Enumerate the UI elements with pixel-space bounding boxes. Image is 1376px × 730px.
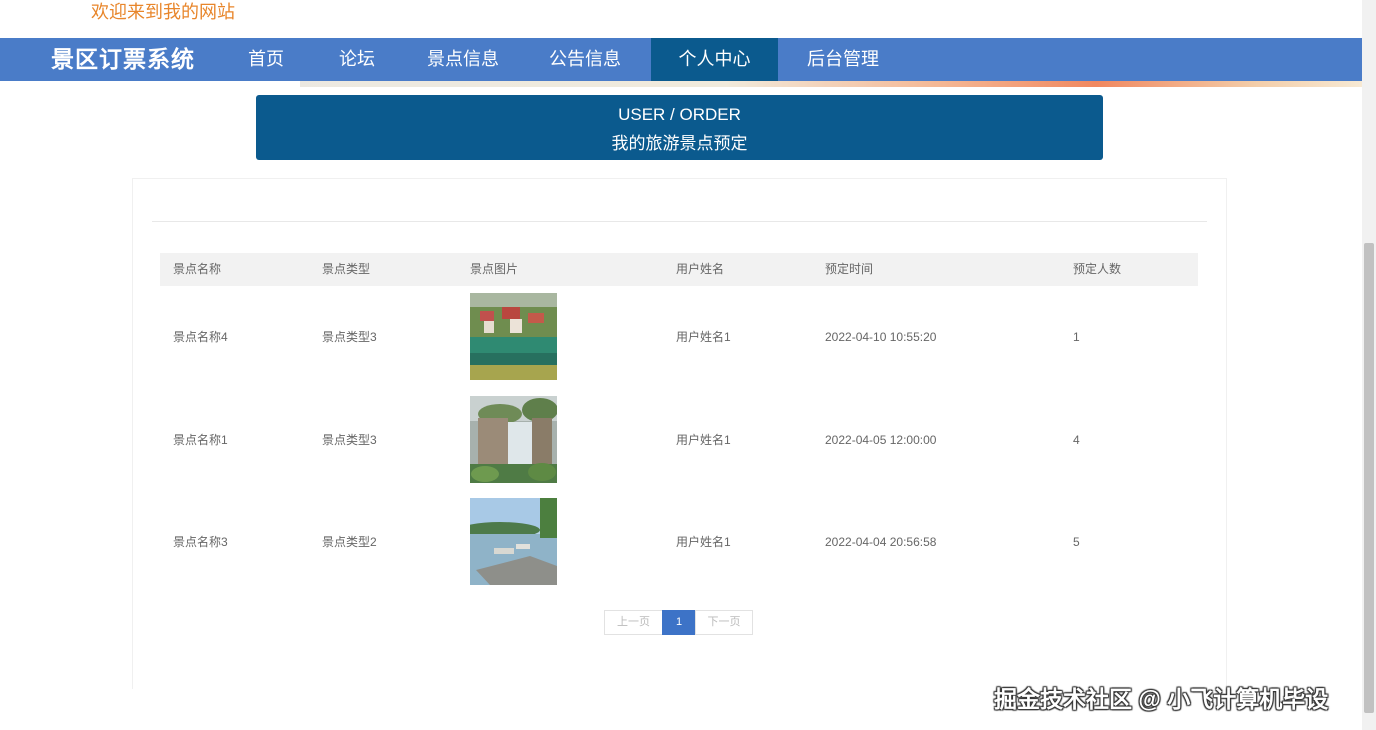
table-header: 景点名称 景点类型 景点图片 用户姓名 预定时间 预定人数 — [160, 253, 1198, 286]
cell-user-name: 用户姓名1 — [676, 535, 731, 549]
nav-item-announcements[interactable]: 公告信息 — [535, 38, 635, 81]
cell-booking-time: 2022-04-10 10:55:20 — [825, 330, 937, 344]
next-page-button[interactable]: 下一页 — [695, 610, 753, 635]
table-row: 景点名称1 景点类型3 用户姓名1 2022-04-05 12:00:00 4 — [160, 396, 1198, 498]
cell-user-name: 用户姓名1 — [676, 433, 731, 447]
header-booking-count: 预定人数 — [1073, 262, 1122, 276]
waterfall-photo[interactable] — [470, 396, 557, 483]
cell-booking-count: 1 — [1073, 330, 1080, 344]
header-user-name: 用户姓名 — [676, 262, 725, 276]
header-attraction-type: 景点类型 — [322, 262, 371, 276]
table-row: 景点名称3 景点类型2 用户姓名1 2022-04-04 20:56:58 5 — [160, 498, 1198, 600]
prev-page-button[interactable]: 上一页 — [604, 610, 663, 635]
nav-item-home[interactable]: 首页 — [231, 38, 301, 81]
nav-item-forum[interactable]: 论坛 — [321, 38, 393, 81]
site-brand[interactable]: 景区订票系统 — [51, 38, 195, 81]
river-village-photo[interactable] — [470, 293, 557, 380]
cell-attraction-name: 景点名称4 — [173, 330, 228, 344]
page-number-button[interactable]: 1 — [662, 610, 696, 635]
lake-pier-photo[interactable] — [470, 498, 557, 585]
cell-attraction-type: 景点类型3 — [322, 330, 377, 344]
section-title-zh: 我的旅游景点预定 — [611, 134, 748, 153]
cell-booking-time: 2022-04-05 12:00:00 — [825, 433, 937, 447]
welcome-text: 欢迎来到我的网站 — [91, 2, 235, 22]
cell-booking-count: 4 — [1073, 433, 1080, 447]
cell-booking-count: 5 — [1073, 535, 1080, 549]
scrollbar-thumb[interactable] — [1364, 243, 1374, 713]
cell-attraction-name: 景点名称1 — [173, 433, 228, 447]
cell-attraction-name: 景点名称3 — [173, 535, 228, 549]
top-navbar: 景区订票系统 首页 论坛 景点信息 公告信息 个人中心 后台管理 — [0, 38, 1362, 81]
nav-item-attractions[interactable]: 景点信息 — [414, 38, 512, 81]
section-title-en: USER / ORDER — [618, 105, 741, 124]
header-booking-time: 预定时间 — [825, 262, 874, 276]
pagination: 上一页 1 下一页 — [604, 610, 754, 635]
watermark-text: 掘金技术社区 @ 小飞计算机毕设 — [994, 686, 1329, 712]
nav-item-personal-center[interactable]: 个人中心 — [651, 38, 778, 81]
nav-item-admin[interactable]: 后台管理 — [794, 38, 892, 81]
header-attraction-image: 景点图片 — [470, 262, 519, 276]
panel-divider — [152, 221, 1207, 222]
table-row: 景点名称4 景点类型3 用户姓名1 2022-04-10 10:55:20 1 — [160, 293, 1198, 395]
header-attraction-name: 景点名称 — [173, 262, 222, 276]
cell-booking-time: 2022-04-04 20:56:58 — [825, 535, 937, 549]
section-title-bar: USER / ORDER 我的旅游景点预定 — [256, 95, 1103, 160]
cell-user-name: 用户姓名1 — [676, 330, 731, 344]
banner-image-strip — [300, 81, 1362, 87]
cell-attraction-type: 景点类型2 — [322, 535, 377, 549]
cell-attraction-type: 景点类型3 — [322, 433, 377, 447]
